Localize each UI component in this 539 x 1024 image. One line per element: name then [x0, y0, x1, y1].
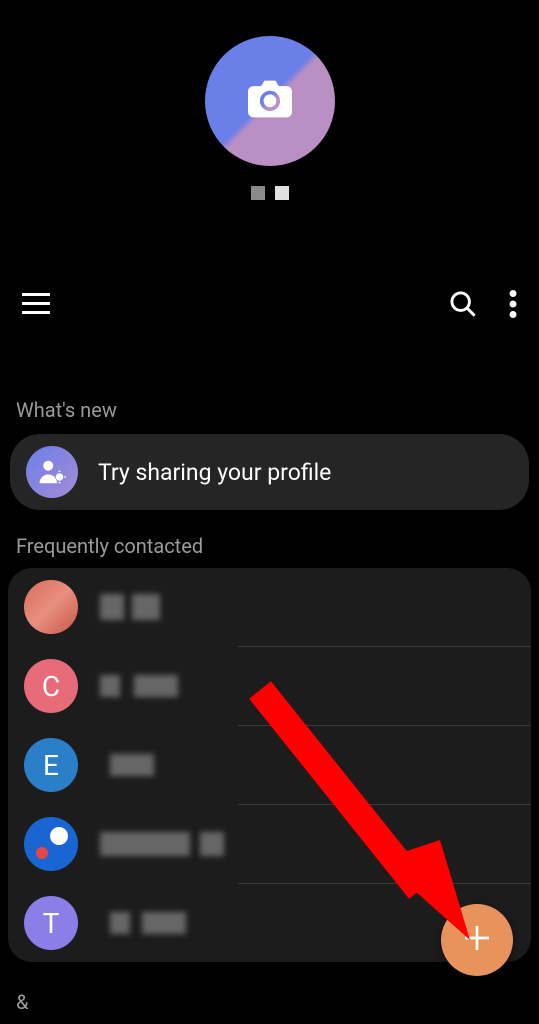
- contact-avatar: [24, 817, 78, 871]
- contact-avatar: T: [24, 896, 78, 950]
- contact-avatar: C: [24, 659, 78, 713]
- contact-avatar: E: [24, 738, 78, 792]
- contact-row[interactable]: C: [8, 647, 531, 725]
- frequently-contacted-label: Frequently contacted: [0, 534, 539, 558]
- contact-row[interactable]: E: [8, 726, 531, 804]
- whats-new-card[interactable]: Try sharing your profile: [10, 434, 529, 510]
- menu-icon[interactable]: [22, 293, 50, 315]
- section-index-letter: &: [16, 990, 28, 1014]
- profile-header: [0, 0, 539, 200]
- contact-avatar: [24, 580, 78, 634]
- more-icon[interactable]: [509, 290, 517, 318]
- contact-row[interactable]: [8, 568, 531, 646]
- plus-icon: [461, 922, 493, 958]
- loading-indicator: [251, 186, 289, 200]
- camera-icon: [248, 80, 292, 122]
- whats-new-label: What's new: [0, 398, 539, 422]
- profile-share-icon: [26, 446, 78, 498]
- contact-row[interactable]: [8, 805, 531, 883]
- contacts-list: C E T: [8, 568, 531, 962]
- toolbar: [0, 290, 539, 318]
- contact-name: [100, 594, 160, 620]
- whats-new-text: Try sharing your profile: [98, 459, 331, 486]
- contact-name: [100, 832, 224, 856]
- search-icon[interactable]: [449, 290, 477, 318]
- add-contact-button[interactable]: [441, 904, 513, 976]
- contact-name: [100, 912, 186, 934]
- profile-avatar[interactable]: [205, 36, 335, 166]
- contact-name: [100, 675, 178, 697]
- contact-name: [100, 754, 154, 776]
